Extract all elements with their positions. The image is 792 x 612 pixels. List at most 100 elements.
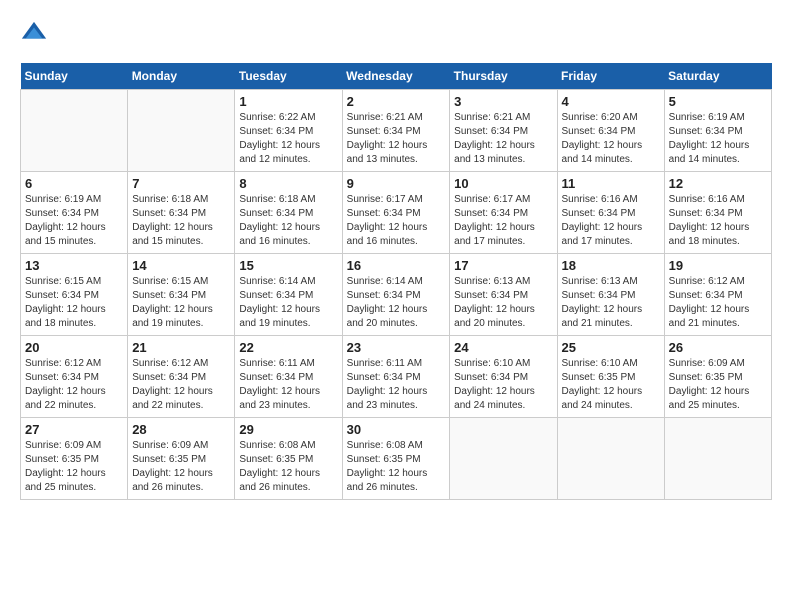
calendar-cell xyxy=(557,418,664,500)
calendar-cell: 9Sunrise: 6:17 AM Sunset: 6:34 PM Daylig… xyxy=(342,172,450,254)
day-number: 23 xyxy=(347,340,446,355)
logo-icon xyxy=(20,20,48,48)
calendar-cell: 20 Sunrise: 6:12 AM Sunset: 6:34 PM Dayli… xyxy=(21,336,128,418)
day-number: 5 xyxy=(669,94,767,109)
page-header xyxy=(20,20,772,48)
day-info: Sunrise: 6:11 AM Sunset: 6:34 PM Dayligh… xyxy=(239,357,337,413)
day-number: 24 xyxy=(454,340,552,355)
day-info: Sunrise: 6:21 AM Sunset: 6:34 PM Dayligh… xyxy=(454,111,552,167)
calendar-cell: 17Sunrise: 6:13 AM Sunset: 6:34 PM Dayli… xyxy=(450,254,557,336)
weekday-header: Tuesday xyxy=(235,63,342,90)
calendar-cell xyxy=(21,90,128,172)
day-number: 8 xyxy=(239,176,337,191)
day-number: 26 xyxy=(669,340,767,355)
calendar-cell: 16 Sunrise: 6:14 AM Sunset: 6:34 PM Dayli… xyxy=(342,254,450,336)
calendar-week-row: 6 Sunrise: 6:19 AM Sunset: 6:34 PM Daylig… xyxy=(21,172,772,254)
weekday-header: Friday xyxy=(557,63,664,90)
calendar-cell: 30 Sunrise: 6:08 AM Sunset: 6:35 PM Dayli… xyxy=(342,418,450,500)
logo xyxy=(20,20,52,48)
day-number: 11 xyxy=(562,176,660,191)
day-info: Sunrise: 6:08 AM Sunset: 6:35 PM Dayligh… xyxy=(347,439,446,495)
calendar-cell: 7Sunrise: 6:18 AM Sunset: 6:34 PM Daylig… xyxy=(128,172,235,254)
day-number: 3 xyxy=(454,94,552,109)
day-number: 14 xyxy=(132,258,230,273)
day-info: Sunrise: 6:09 AM Sunset: 6:35 PM Dayligh… xyxy=(132,439,230,495)
day-number: 2 xyxy=(347,94,446,109)
day-info: Sunrise: 6:12 AM Sunset: 6:34 PM Dayligh… xyxy=(25,357,123,413)
weekday-header: Thursday xyxy=(450,63,557,90)
calendar-cell: 26 Sunrise: 6:09 AM Sunset: 6:35 PM Dayli… xyxy=(664,336,771,418)
day-info: Sunrise: 6:12 AM Sunset: 6:34 PM Dayligh… xyxy=(669,275,767,331)
calendar-week-row: 13 Sunrise: 6:15 AM Sunset: 6:34 PM Dayli… xyxy=(21,254,772,336)
day-number: 20 xyxy=(25,340,123,355)
day-info: Sunrise: 6:18 AM Sunset: 6:34 PM Dayligh… xyxy=(239,193,337,249)
calendar-header-row: SundayMondayTuesdayWednesdayThursdayFrid… xyxy=(21,63,772,90)
day-number: 25 xyxy=(562,340,660,355)
calendar-cell: 22 Sunrise: 6:11 AM Sunset: 6:34 PM Dayli… xyxy=(235,336,342,418)
day-number: 13 xyxy=(25,258,123,273)
day-info: Sunrise: 6:18 AM Sunset: 6:34 PM Dayligh… xyxy=(132,193,230,249)
day-number: 12 xyxy=(669,176,767,191)
day-info: Sunrise: 6:14 AM Sunset: 6:34 PM Dayligh… xyxy=(239,275,337,331)
day-info: Sunrise: 6:12 AM Sunset: 6:34 PM Dayligh… xyxy=(132,357,230,413)
day-info: Sunrise: 6:15 AM Sunset: 6:34 PM Dayligh… xyxy=(132,275,230,331)
calendar-cell: 4 Sunrise: 6:20 AM Sunset: 6:34 PM Daylig… xyxy=(557,90,664,172)
day-number: 27 xyxy=(25,422,123,437)
weekday-header: Monday xyxy=(128,63,235,90)
day-info: Sunrise: 6:10 AM Sunset: 6:35 PM Dayligh… xyxy=(562,357,660,413)
day-number: 22 xyxy=(239,340,337,355)
calendar-cell: 27 Sunrise: 6:09 AM Sunset: 6:35 PM Dayli… xyxy=(21,418,128,500)
calendar-cell xyxy=(664,418,771,500)
calendar-cell: 6 Sunrise: 6:19 AM Sunset: 6:34 PM Daylig… xyxy=(21,172,128,254)
day-number: 28 xyxy=(132,422,230,437)
calendar-cell: 13 Sunrise: 6:15 AM Sunset: 6:34 PM Dayli… xyxy=(21,254,128,336)
day-info: Sunrise: 6:09 AM Sunset: 6:35 PM Dayligh… xyxy=(25,439,123,495)
day-info: Sunrise: 6:22 AM Sunset: 6:34 PM Dayligh… xyxy=(239,111,337,167)
day-number: 4 xyxy=(562,94,660,109)
day-number: 17 xyxy=(454,258,552,273)
calendar-week-row: 20 Sunrise: 6:12 AM Sunset: 6:34 PM Dayli… xyxy=(21,336,772,418)
calendar-cell: 14 Sunrise: 6:15 AM Sunset: 6:34 PM Dayli… xyxy=(128,254,235,336)
day-number: 15 xyxy=(239,258,337,273)
weekday-header: Saturday xyxy=(664,63,771,90)
calendar-cell: 24 Sunrise: 6:10 AM Sunset: 6:34 PM Dayli… xyxy=(450,336,557,418)
calendar-cell: 29 Sunrise: 6:08 AM Sunset: 6:35 PM Dayli… xyxy=(235,418,342,500)
calendar-week-row: 27 Sunrise: 6:09 AM Sunset: 6:35 PM Dayli… xyxy=(21,418,772,500)
calendar-cell: 10 Sunrise: 6:17 AM Sunset: 6:34 PM Dayli… xyxy=(450,172,557,254)
calendar-cell: 21Sunrise: 6:12 AM Sunset: 6:34 PM Dayli… xyxy=(128,336,235,418)
calendar-cell: 15 Sunrise: 6:14 AM Sunset: 6:34 PM Dayli… xyxy=(235,254,342,336)
day-info: Sunrise: 6:11 AM Sunset: 6:34 PM Dayligh… xyxy=(347,357,446,413)
calendar-cell: 2Sunrise: 6:21 AM Sunset: 6:34 PM Daylig… xyxy=(342,90,450,172)
day-number: 6 xyxy=(25,176,123,191)
calendar-cell: 5Sunrise: 6:19 AM Sunset: 6:34 PM Daylig… xyxy=(664,90,771,172)
day-info: Sunrise: 6:16 AM Sunset: 6:34 PM Dayligh… xyxy=(562,193,660,249)
day-info: Sunrise: 6:08 AM Sunset: 6:35 PM Dayligh… xyxy=(239,439,337,495)
day-number: 10 xyxy=(454,176,552,191)
day-info: Sunrise: 6:15 AM Sunset: 6:34 PM Dayligh… xyxy=(25,275,123,331)
calendar-cell: 3 Sunrise: 6:21 AM Sunset: 6:34 PM Daylig… xyxy=(450,90,557,172)
calendar-cell: 25 Sunrise: 6:10 AM Sunset: 6:35 PM Dayli… xyxy=(557,336,664,418)
day-info: Sunrise: 6:14 AM Sunset: 6:34 PM Dayligh… xyxy=(347,275,446,331)
day-number: 1 xyxy=(239,94,337,109)
day-info: Sunrise: 6:10 AM Sunset: 6:34 PM Dayligh… xyxy=(454,357,552,413)
day-number: 16 xyxy=(347,258,446,273)
weekday-header: Wednesday xyxy=(342,63,450,90)
calendar-cell xyxy=(450,418,557,500)
day-number: 30 xyxy=(347,422,446,437)
day-info: Sunrise: 6:09 AM Sunset: 6:35 PM Dayligh… xyxy=(669,357,767,413)
day-info: Sunrise: 6:16 AM Sunset: 6:34 PM Dayligh… xyxy=(669,193,767,249)
day-number: 19 xyxy=(669,258,767,273)
day-number: 18 xyxy=(562,258,660,273)
day-number: 29 xyxy=(239,422,337,437)
day-info: Sunrise: 6:17 AM Sunset: 6:34 PM Dayligh… xyxy=(454,193,552,249)
calendar-cell: 28 Sunrise: 6:09 AM Sunset: 6:35 PM Dayli… xyxy=(128,418,235,500)
calendar-table: SundayMondayTuesdayWednesdayThursdayFrid… xyxy=(20,63,772,500)
day-info: Sunrise: 6:19 AM Sunset: 6:34 PM Dayligh… xyxy=(25,193,123,249)
day-info: Sunrise: 6:13 AM Sunset: 6:34 PM Dayligh… xyxy=(562,275,660,331)
calendar-cell: 18 Sunrise: 6:13 AM Sunset: 6:34 PM Dayli… xyxy=(557,254,664,336)
day-info: Sunrise: 6:17 AM Sunset: 6:34 PM Dayligh… xyxy=(347,193,446,249)
day-info: Sunrise: 6:20 AM Sunset: 6:34 PM Dayligh… xyxy=(562,111,660,167)
calendar-cell: 8 Sunrise: 6:18 AM Sunset: 6:34 PM Daylig… xyxy=(235,172,342,254)
calendar-week-row: 1 Sunrise: 6:22 AM Sunset: 6:34 PM Daylig… xyxy=(21,90,772,172)
calendar-cell: 1 Sunrise: 6:22 AM Sunset: 6:34 PM Daylig… xyxy=(235,90,342,172)
